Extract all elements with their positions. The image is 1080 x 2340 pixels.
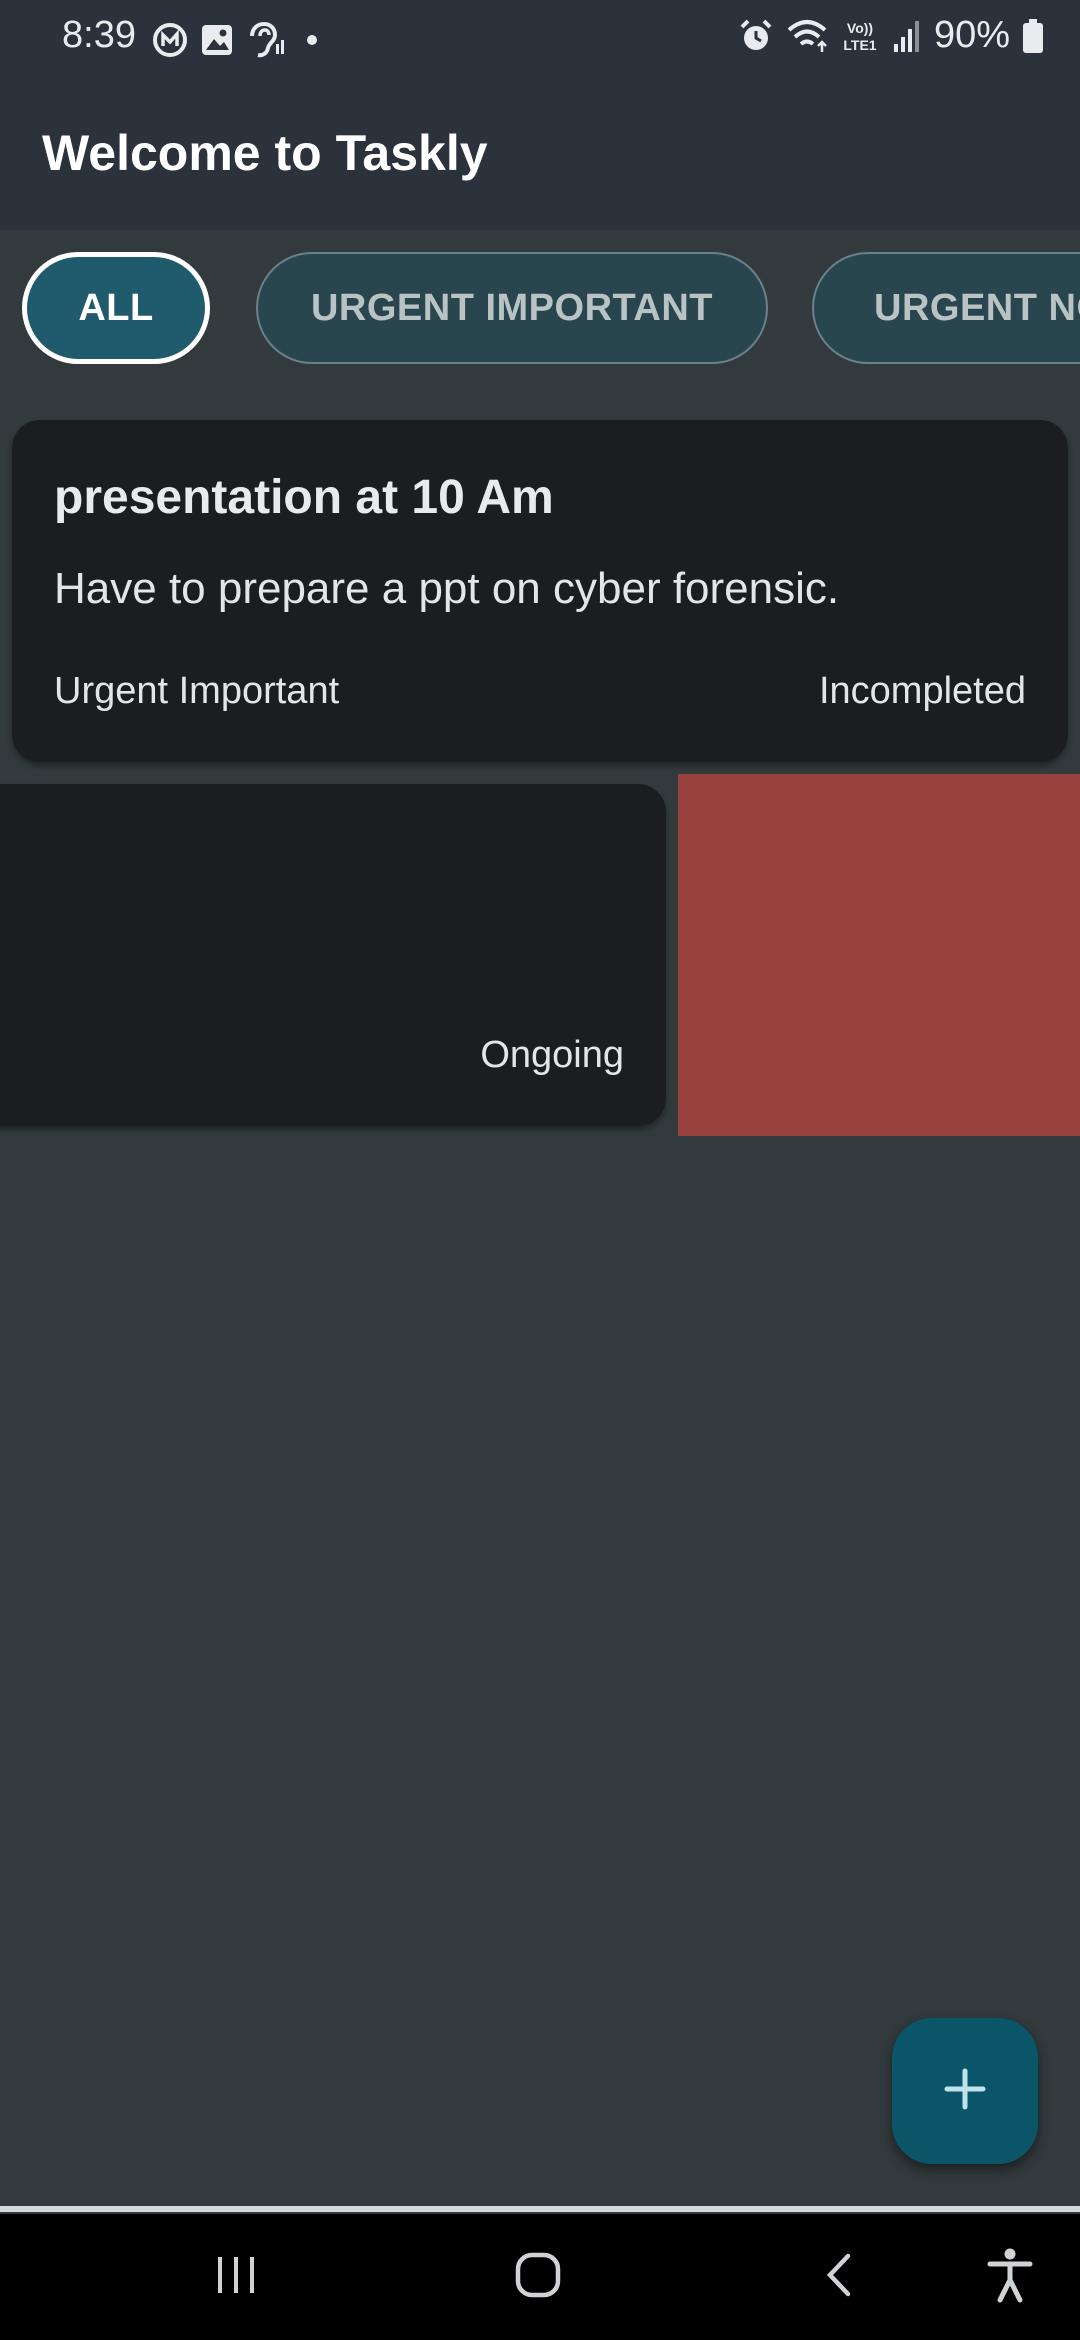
plus-icon (942, 2066, 988, 2117)
home-button[interactable] (498, 2244, 578, 2310)
accessibility-button[interactable] (970, 2244, 1050, 2310)
home-icon (513, 2250, 563, 2305)
gallery-icon (200, 23, 234, 57)
signal-icon (892, 18, 922, 54)
filter-chip-row[interactable]: ALL URGENT IMPORTANT URGENT NO (0, 250, 1080, 366)
recents-button[interactable] (196, 2244, 276, 2310)
task-title: presentation at 10 Am (54, 471, 554, 524)
recents-icon (214, 2253, 258, 2302)
system-nav-bar (0, 2214, 1080, 2340)
dot-icon (298, 28, 322, 52)
task-category: Urgent Important (54, 670, 340, 712)
app-bar: Welcome to Taskly (0, 84, 1080, 230)
battery-icon (1022, 18, 1044, 54)
add-task-button[interactable] (892, 2018, 1038, 2164)
svg-text:Vo)): Vo)) (847, 20, 873, 36)
hearing-icon (246, 22, 286, 58)
accessibility-icon (987, 2247, 1033, 2308)
swipe-delete-background (678, 774, 1080, 1136)
sync-icon (152, 22, 188, 58)
screen: 8:39 Vo)) LTE1 90% Welcome to Taskly ALL… (0, 0, 1080, 2340)
task-description: Have to prepare a ppt on cyber forensic. (54, 564, 840, 613)
status-time: 8:39 (62, 14, 136, 56)
alarm-icon (738, 18, 774, 54)
filter-chip-urgent-not-important[interactable]: URGENT NO (812, 252, 1080, 364)
filter-chip-all[interactable]: ALL (22, 252, 210, 364)
app-title: Welcome to Taskly (42, 125, 488, 181)
filter-chip-urgent-important[interactable]: URGENT IMPORTANT (256, 252, 768, 364)
volte-icon: Vo)) LTE1 (840, 18, 880, 54)
status-bar: 8:39 Vo)) LTE1 90% (0, 0, 1080, 84)
status-right-icons: Vo)) LTE1 90% (738, 14, 1044, 57)
back-button[interactable] (800, 2244, 880, 2310)
task-status: Incompleted (818, 670, 1026, 712)
task-card-swiping[interactable]: ortant Ongoing (0, 784, 666, 1126)
status-left-icons (152, 22, 322, 58)
task-status: Ongoing (480, 1034, 624, 1076)
back-icon (820, 2252, 860, 2303)
nav-divider (0, 2206, 1080, 2212)
battery-percent: 90% (933, 14, 1010, 56)
task-card[interactable]: presentation at 10 Am Have to prepare a … (12, 420, 1068, 762)
svg-text:LTE1: LTE1 (843, 37, 876, 53)
wifi-icon (786, 18, 828, 54)
